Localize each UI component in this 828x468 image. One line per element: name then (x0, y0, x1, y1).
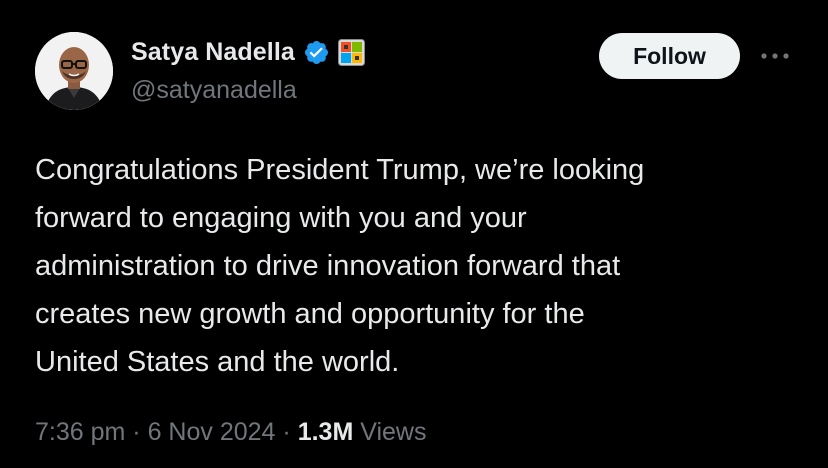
verified-badge-icon[interactable] (303, 39, 330, 66)
meta-separator: · (132, 418, 141, 446)
more-options-button[interactable] (758, 44, 792, 68)
microsoft-affiliate-badge-icon[interactable] (337, 38, 365, 66)
more-options-icon (761, 53, 789, 59)
tweet-text: Congratulations President Trump, we’re l… (35, 146, 795, 386)
avatar-image (35, 32, 113, 110)
tweet-text-line: Congratulations President Trump, we’re l… (35, 154, 645, 186)
tweet-text-line: forward to engaging with you and your (35, 202, 527, 234)
tweet-card: Satya Nadella @satyanadella Follow Congr… (0, 0, 828, 468)
tweet-date[interactable]: 6 Nov 2024 (148, 418, 276, 446)
views-count[interactable]: 1.3M (298, 418, 354, 446)
author-handle[interactable]: @satyanadella (131, 76, 297, 105)
tweet-text-line: administration to drive innovation forwa… (35, 250, 621, 282)
views-label[interactable]: Views (360, 418, 426, 446)
tweet-time[interactable]: 7:36 pm (35, 418, 125, 446)
follow-button[interactable]: Follow (599, 33, 740, 79)
tweet-text-line: creates new growth and opportunity for t… (35, 298, 585, 330)
tweet-metadata: 7:36 pm · 6 Nov 2024 · 1.3M Views (35, 418, 426, 447)
meta-separator: · (282, 418, 291, 446)
author-name-row: Satya Nadella (131, 36, 365, 68)
author-display-name[interactable]: Satya Nadella (131, 38, 295, 67)
avatar[interactable] (35, 32, 113, 110)
tweet-text-line: United States and the world. (35, 346, 400, 378)
